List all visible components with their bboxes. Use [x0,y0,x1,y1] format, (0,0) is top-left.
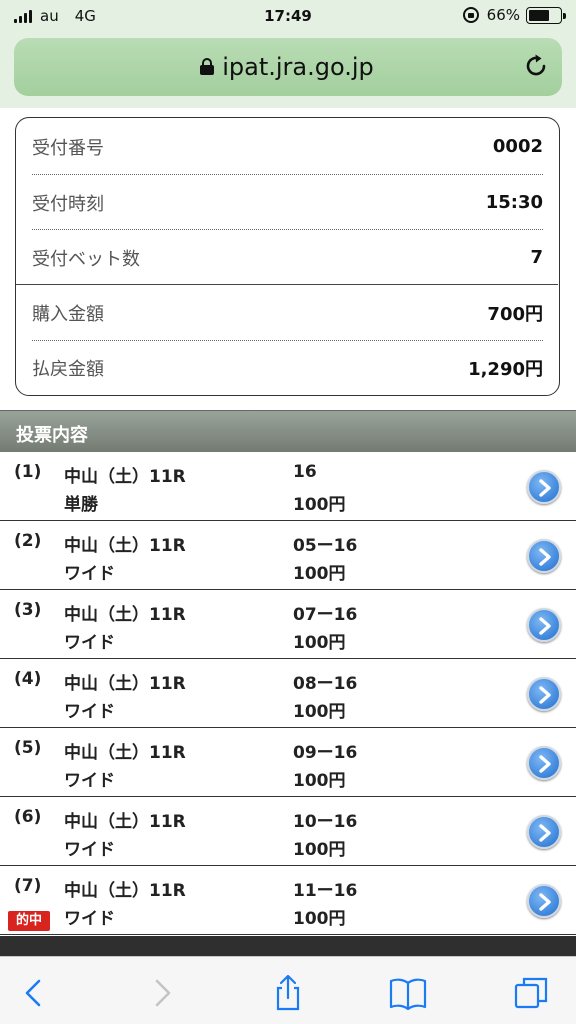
reload-icon[interactable] [522,52,550,80]
back-icon[interactable] [14,973,54,1013]
bet-type: ワイド [64,633,115,653]
bet-horses: 16 [293,462,317,482]
receipt-row: 払戻金額 1,290円 [32,340,543,395]
bet-row[interactable]: (3) 中山（土）11R ワイド 07ー16 100円 [0,590,576,659]
browser-toolbar [0,956,576,1024]
bet-number: (1) [14,462,42,482]
bet-amount: 100円 [293,495,346,515]
forward-icon [155,979,171,1007]
chevron-right-icon[interactable] [527,746,561,780]
bet-number: (4) [14,669,42,689]
browser-header: ipat.jra.go.jp [0,34,576,108]
bet-row[interactable]: (4) 中山（土）11R ワイド 08ー16 100円 [0,659,576,728]
bet-horses: 07ー16 [293,605,358,625]
receipt-label: 受付ベット数 [32,248,140,270]
bet-row[interactable]: (6) 中山（土）11R ワイド 10ー16 100円 [0,797,576,866]
receipt-row: 受付時刻 15:30 [32,175,543,230]
bet-type: ワイド [64,771,115,791]
address-bar[interactable]: ipat.jra.go.jp [14,38,562,96]
tabs-icon[interactable] [512,973,552,1013]
chevron-right-icon[interactable] [527,608,561,642]
bet-race: 中山（土）11R [64,605,186,625]
bet-horses: 10ー16 [293,812,358,832]
bet-horses: 05ー16 [293,536,358,556]
receipt-value: 1,290円 [468,358,543,380]
bet-amount: 100円 [293,771,346,791]
bet-type: ワイド [64,909,115,929]
bet-race: 中山（土）11R [64,881,186,901]
bet-horses: 11ー16 [293,881,358,901]
share-icon[interactable] [268,973,308,1013]
battery-icon [526,6,566,24]
receipt-value: 0002 [492,136,543,157]
rotation-lock-icon [462,7,479,23]
status-bar: au 4G 17:49 66% [0,0,576,34]
bet-number: (3) [14,600,42,620]
receipt-label: 受付時刻 [32,193,104,215]
bet-number: (7) [14,876,42,896]
section-header: 投票内容 [0,410,576,452]
bet-row[interactable]: (1) 中山（土）11R 単勝 16 100円 [0,452,576,521]
bet-type: 単勝 [64,495,98,515]
receipt-value: 7 [530,247,543,268]
receipt-value: 700円 [487,303,543,325]
battery-percent: 66% [486,6,520,24]
bet-race: 中山（土）11R [64,467,186,487]
bookmarks-icon[interactable] [388,973,428,1013]
receipt-row: 受付ベット数 7 [32,230,543,285]
bet-amount: 100円 [293,702,346,722]
receipt-label: 購入金額 [32,303,104,325]
chevron-right-icon[interactable] [527,470,561,504]
bet-row[interactable]: (7) 的中 中山（土）11R ワイド 11ー16 100円 [0,866,576,935]
battery-fill [529,9,549,21]
receipt-row: 受付番号 0002 [32,119,543,174]
bet-amount: 100円 [293,564,346,584]
receipt-row: 購入金額 700円 [32,285,543,340]
status-right: 66% [462,6,566,24]
section-title: 投票内容 [16,425,88,446]
bet-type: ワイド [64,702,115,722]
bet-horses: 08ー16 [293,674,358,694]
bet-horses: 09ー16 [293,743,358,763]
receipt-label: 払戻金額 [32,358,104,380]
bet-number: (6) [14,807,42,827]
bet-amount: 100円 [293,909,346,929]
page-footer-band [0,936,576,956]
url-text[interactable]: ipat.jra.go.jp [14,53,562,81]
chevron-right-icon[interactable] [527,539,561,573]
bet-type: ワイド [64,564,115,584]
bet-race: 中山（土）11R [64,536,186,556]
bet-number: (5) [14,738,42,758]
receipt-summary: 受付番号 0002 受付時刻 15:30 受付ベット数 7 購入金額 700円 … [15,117,560,396]
bet-type: ワイド [64,840,115,860]
bet-race: 中山（土）11R [64,812,186,832]
bet-row[interactable]: (5) 中山（土）11R ワイド 09ー16 100円 [0,728,576,797]
receipt-value: 15:30 [485,192,543,213]
bet-list: (1) 中山（土）11R 単勝 16 100円 (2) 中山（土）11R ワイド… [0,452,576,935]
chevron-right-icon[interactable] [527,815,561,849]
bet-row[interactable]: (2) 中山（土）11R ワイド 05ー16 100円 [0,521,576,590]
bet-amount: 100円 [293,840,346,860]
receipt-label: 受付番号 [32,137,104,159]
bet-race: 中山（土）11R [64,743,186,763]
chevron-right-icon[interactable] [527,677,561,711]
bet-number: (2) [14,531,42,551]
chevron-right-icon[interactable] [527,884,561,918]
bet-race: 中山（土）11R [64,674,186,694]
hit-badge: 的中 [8,911,50,931]
bet-amount: 100円 [293,633,346,653]
